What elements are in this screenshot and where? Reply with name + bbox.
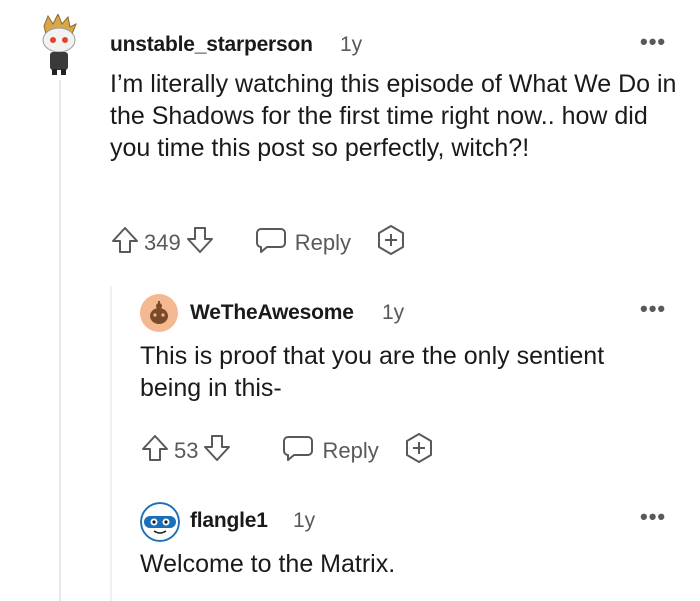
comment-body: This is proof that you are the only sent…: [140, 342, 605, 402]
comment-actions: 53 Reply: [140, 432, 435, 470]
more-options-button[interactable]: •••: [640, 506, 666, 528]
thread-line-reply[interactable]: [110, 286, 112, 601]
comment-age[interactable]: 1y: [293, 509, 315, 533]
user-avatar[interactable]: [38, 14, 80, 76]
comment-age[interactable]: 1y: [340, 33, 362, 57]
upvote-icon[interactable]: [140, 433, 170, 469]
speech-bubble-icon: [255, 226, 287, 260]
user-avatar[interactable]: [140, 502, 180, 542]
comment-body: Welcome to the Matrix.: [140, 550, 396, 578]
user-avatar[interactable]: [140, 294, 178, 332]
comment-username[interactable]: unstable_starperson: [110, 33, 313, 57]
downvote-icon[interactable]: [202, 433, 232, 469]
more-options-button[interactable]: •••: [640, 31, 666, 53]
thread-line-root[interactable]: [59, 80, 61, 601]
comment-body: I’m literally watching this episode of W…: [110, 70, 677, 162]
comment-age[interactable]: 1y: [382, 301, 404, 325]
reply-button[interactable]: Reply: [282, 434, 379, 468]
award-icon[interactable]: [403, 432, 435, 470]
reply-label: Reply: [294, 230, 351, 255]
comment-username[interactable]: flangle1: [190, 509, 268, 533]
comment-actions: 349 Reply: [110, 224, 407, 262]
vote-score: 349: [144, 230, 181, 255]
reply-button[interactable]: Reply: [255, 226, 351, 260]
comment-username[interactable]: WeTheAwesome: [190, 301, 354, 325]
upvote-icon[interactable]: [110, 225, 140, 261]
reply-label: Reply: [322, 438, 379, 463]
award-icon[interactable]: [375, 224, 407, 262]
downvote-icon[interactable]: [185, 225, 215, 261]
more-options-button[interactable]: •••: [640, 298, 666, 320]
vote-score: 53: [174, 438, 199, 463]
speech-bubble-icon: [282, 434, 314, 468]
